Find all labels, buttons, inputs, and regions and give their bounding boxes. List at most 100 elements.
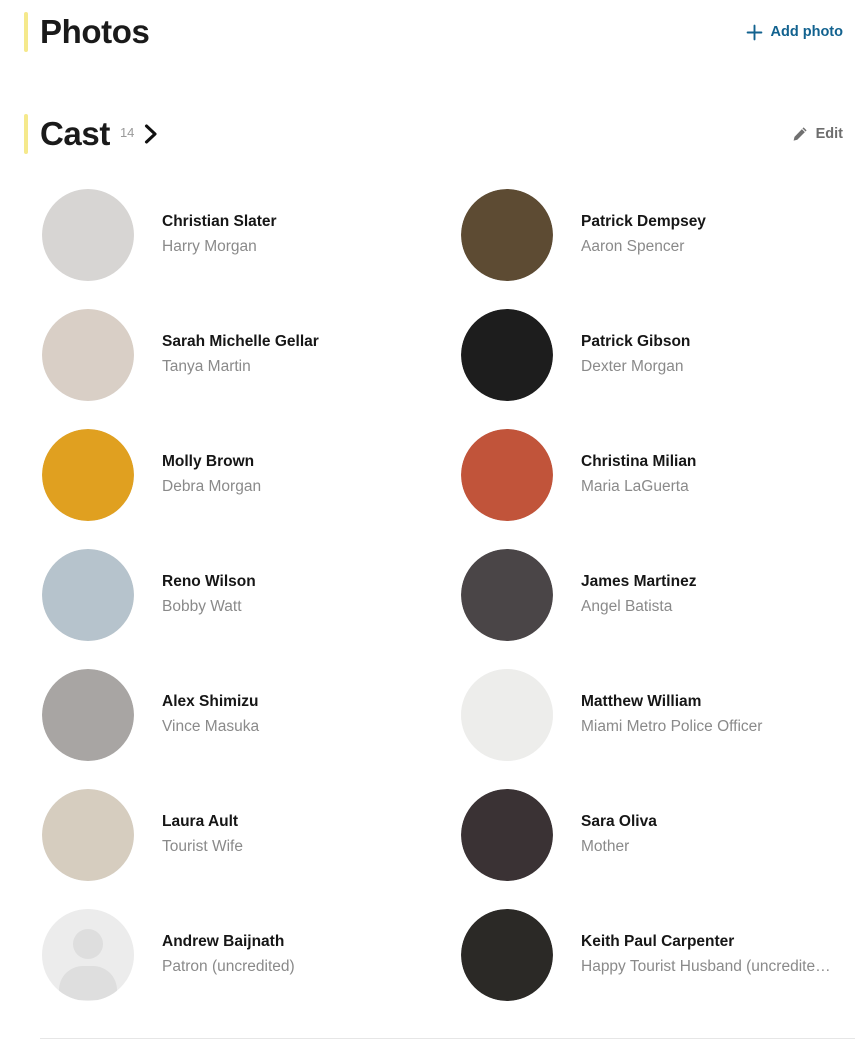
cast-member-name[interactable]: Alex Shimizu <box>162 691 453 713</box>
avatar[interactable] <box>461 308 553 401</box>
avatar[interactable] <box>42 548 134 641</box>
cast-member-role: Mother <box>581 838 630 856</box>
cast-member-role: Maria LaGuerta <box>581 478 689 496</box>
person-silhouette-icon <box>59 965 117 1000</box>
cast-member-role: Tourist Wife <box>162 838 243 856</box>
cast-member-role: Aaron Spencer <box>581 238 685 256</box>
avatar[interactable] <box>461 788 553 881</box>
cast-title-link[interactable]: Cast 14 <box>24 114 159 155</box>
accent-bar <box>24 12 28 53</box>
cast-member-role: Dexter Morgan <box>581 358 684 376</box>
cast-member-name[interactable]: Patrick Dempsey <box>581 211 855 233</box>
cast-member-name[interactable]: Sara Oliva <box>581 811 855 833</box>
plus-icon <box>746 24 763 41</box>
cast-member-text: Molly Brown Debra Morgan <box>162 451 461 499</box>
edit-cast-label: Edit <box>815 126 843 143</box>
edit-cast-button[interactable]: Edit <box>792 126 843 142</box>
cast-member-photo <box>461 788 553 881</box>
avatar[interactable] <box>42 788 134 881</box>
cast-section: Cast 14 Edit Christian Slater Harry Morga… <box>0 114 855 1015</box>
cast-member[interactable]: Matthew William Miami Metro Police Office… <box>461 655 855 775</box>
cast-member-name[interactable]: Sarah Michelle Gellar <box>162 331 453 353</box>
cast-member-text: Patrick Dempsey Aaron Spencer <box>581 211 855 259</box>
cast-member-text: James Martinez Angel Batista <box>581 571 855 619</box>
cast-member[interactable]: Patrick Gibson Dexter Morgan <box>461 295 855 415</box>
cast-member-text: Christina Milian Maria LaGuerta <box>581 451 855 499</box>
section-divider <box>40 1038 855 1039</box>
cast-member-role: Happy Tourist Husband (uncredite… <box>581 958 831 976</box>
avatar[interactable] <box>461 548 553 641</box>
avatar[interactable] <box>461 668 553 761</box>
photos-header: Photos Add photo <box>0 12 855 53</box>
cast-member-photo <box>461 668 553 761</box>
avatar[interactable] <box>42 668 134 761</box>
person-silhouette-icon <box>73 928 103 959</box>
cast-member-text: Andrew Baijnath Patron (uncredited) <box>162 931 461 979</box>
cast-member-name[interactable]: Laura Ault <box>162 811 453 833</box>
cast-member-photo <box>42 788 134 881</box>
avatar[interactable] <box>461 908 553 1001</box>
cast-member-photo <box>42 668 134 761</box>
avatar[interactable] <box>42 188 134 281</box>
avatar[interactable] <box>461 188 553 281</box>
cast-member[interactable]: Keith Paul Carpenter Happy Tourist Husban… <box>461 895 855 1015</box>
cast-member-name[interactable]: Reno Wilson <box>162 571 453 593</box>
cast-member-photo <box>461 908 553 1001</box>
cast-member[interactable]: Molly Brown Debra Morgan <box>42 415 461 535</box>
cast-member-role: Vince Masuka <box>162 718 260 736</box>
cast-member-name[interactable]: Christian Slater <box>162 211 453 233</box>
avatar[interactable] <box>461 428 553 521</box>
pencil-icon <box>792 126 808 142</box>
cast-member-name[interactable]: Patrick Gibson <box>581 331 855 353</box>
chevron-right-icon[interactable] <box>143 123 159 145</box>
cast-member[interactable]: Andrew Baijnath Patron (uncredited) <box>42 895 461 1015</box>
cast-member-role: Harry Morgan <box>162 238 257 256</box>
cast-member-photo <box>461 548 553 641</box>
avatar[interactable] <box>42 428 134 521</box>
photos-empty-area <box>0 50 855 116</box>
avatar-placeholder[interactable] <box>42 908 134 1001</box>
cast-member[interactable]: Reno Wilson Bobby Watt <box>42 535 461 655</box>
cast-member-photo <box>42 188 134 281</box>
cast-member-name[interactable]: James Martinez <box>581 571 855 593</box>
cast-member-name[interactable]: Matthew William <box>581 691 855 713</box>
cast-title: Cast <box>40 115 110 153</box>
cast-member-photo <box>461 308 553 401</box>
cast-member-role: Debra Morgan <box>162 478 262 496</box>
cast-member-text: Matthew William Miami Metro Police Office… <box>581 691 855 739</box>
cast-member-name[interactable]: Christina Milian <box>581 451 855 473</box>
cast-member-name[interactable]: Keith Paul Carpenter <box>581 931 855 953</box>
cast-member[interactable]: Christian Slater Harry Morgan <box>42 175 461 295</box>
cast-member-photo <box>461 428 553 521</box>
cast-member-name[interactable]: Molly Brown <box>162 451 453 473</box>
photos-title-wrap: Photos <box>24 12 150 53</box>
cast-grid: Christian Slater Harry Morgan Patrick Demp… <box>0 175 855 1015</box>
cast-member[interactable]: James Martinez Angel Batista <box>461 535 855 655</box>
avatar[interactable] <box>42 308 134 401</box>
page-title: Photos <box>40 13 150 50</box>
cast-member[interactable]: Christina Milian Maria LaGuerta <box>461 415 855 535</box>
cast-member-role: Angel Batista <box>581 598 673 616</box>
cast-member-photo <box>42 308 134 401</box>
cast-member-text: Sarah Michelle Gellar Tanya Martin <box>162 331 461 379</box>
cast-member-role: Miami Metro Police Officer <box>581 718 763 736</box>
cast-member-name[interactable]: Andrew Baijnath <box>162 931 453 953</box>
cast-member[interactable]: Sara Oliva Mother <box>461 775 855 895</box>
cast-member[interactable]: Sarah Michelle Gellar Tanya Martin <box>42 295 461 415</box>
cast-member-text: Reno Wilson Bobby Watt <box>162 571 461 619</box>
cast-member[interactable]: Laura Ault Tourist Wife <box>42 775 461 895</box>
photos-section: Photos Add photo <box>0 0 855 116</box>
cast-count-badge: 14 <box>119 125 135 141</box>
cast-member-text: Patrick Gibson Dexter Morgan <box>581 331 855 379</box>
cast-member[interactable]: Alex Shimizu Vince Masuka <box>42 655 461 775</box>
cast-member[interactable]: Patrick Dempsey Aaron Spencer <box>461 175 855 295</box>
cast-member-role: Tanya Martin <box>162 358 251 376</box>
cast-member-photo <box>461 188 553 281</box>
cast-member-text: Keith Paul Carpenter Happy Tourist Husban… <box>581 931 855 979</box>
accent-bar <box>24 114 28 155</box>
cast-header: Cast 14 Edit <box>0 114 855 155</box>
add-photo-button[interactable]: Add photo <box>746 24 843 41</box>
cast-member-text: Laura Ault Tourist Wife <box>162 811 461 859</box>
cast-member-text: Christian Slater Harry Morgan <box>162 211 461 259</box>
cast-member-photo <box>42 428 134 521</box>
